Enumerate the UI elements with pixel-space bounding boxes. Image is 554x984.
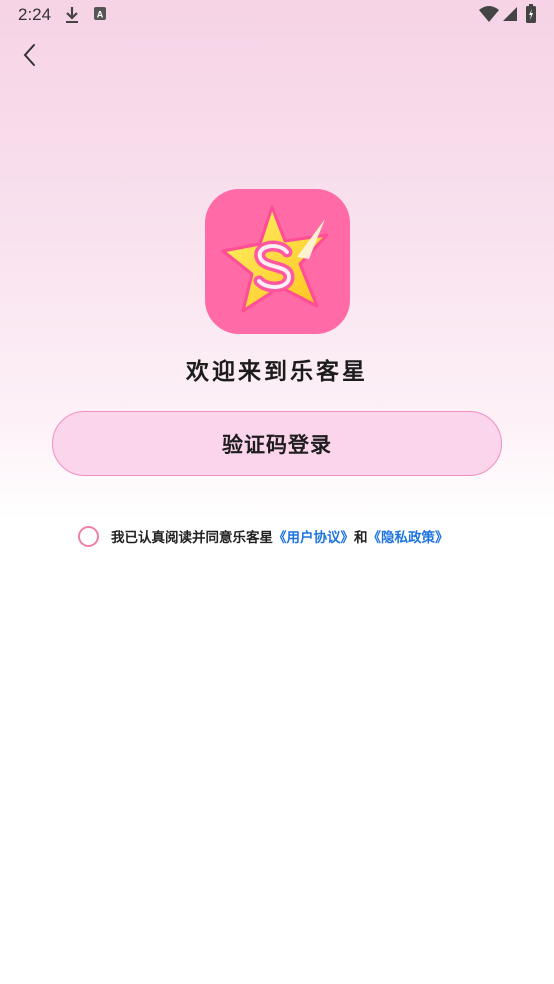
welcome-title: 欢迎来到乐客星 bbox=[186, 359, 368, 385]
wifi-icon bbox=[478, 5, 500, 27]
sms-code-login-button[interactable]: 验证码登录 bbox=[52, 411, 502, 476]
signal-icon bbox=[502, 6, 518, 26]
user-agreement-link[interactable]: 《用户协议》 bbox=[273, 526, 354, 546]
agreement-prefix: 我已认真阅读并同意乐客星 bbox=[111, 530, 273, 546]
agreement-checkbox[interactable] bbox=[78, 525, 99, 547]
privacy-policy-link[interactable]: 《隐私政策》 bbox=[368, 526, 449, 546]
status-bar: 2:24 A bbox=[0, 0, 554, 30]
agreement-row: 我已认真阅读并同意乐客星 《用户协议》 和 《隐私政策》 bbox=[78, 524, 449, 548]
svg-text:A: A bbox=[97, 10, 104, 20]
status-time: 2:24 bbox=[18, 5, 52, 24]
agreement-and: 和 bbox=[354, 530, 368, 546]
download-icon bbox=[64, 6, 80, 28]
star-s-logo-icon bbox=[221, 205, 329, 313]
back-button[interactable] bbox=[14, 42, 44, 72]
app-logo bbox=[205, 189, 350, 334]
login-button-label: 验证码登录 bbox=[222, 432, 332, 457]
chevron-left-icon bbox=[22, 43, 36, 71]
battery-icon bbox=[526, 4, 536, 27]
a-notification-icon: A bbox=[93, 6, 107, 26]
